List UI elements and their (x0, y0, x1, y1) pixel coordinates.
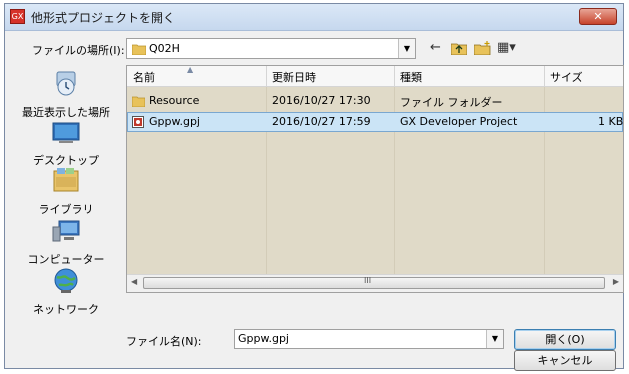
folder-icon (131, 95, 146, 110)
file-row[interactable]: Resource 2016/10/27 17:30 ファイル フォルダー (127, 91, 623, 111)
place-label: ネットワーク (33, 303, 99, 316)
filename-value[interactable]: Gppw.gpj (238, 332, 289, 345)
horizontal-scrollbar[interactable]: ◀ III ▶ (127, 274, 623, 292)
place-label: コンピューター (27, 253, 105, 266)
file-list[interactable]: 名前 ▲ 更新日時 種類 サイズ Resource 2016/10/27 17:… (126, 65, 624, 293)
place-desktop[interactable]: デスクトップ (12, 120, 120, 168)
file-date: 2016/10/27 17:59 (272, 115, 371, 128)
chevron-down-icon[interactable]: ▼ (398, 39, 415, 58)
gx-app-icon: GX (10, 9, 25, 24)
column-header-type[interactable]: 種類 (400, 69, 422, 85)
file-date: 2016/10/27 17:30 (272, 94, 371, 107)
up-folder-icon[interactable] (450, 38, 468, 58)
gx-project-file-icon (132, 116, 144, 131)
open-other-format-project-dialog: GX 他形式プロジェクトを開く ✕ ファイルの場所(I): Q02H ▼ ← ▦… (4, 3, 624, 371)
view-menu-icon[interactable]: ▦▾ (497, 38, 516, 58)
close-button[interactable]: ✕ (579, 8, 617, 25)
look-in-label: ファイルの場所(I): (32, 44, 125, 57)
place-network[interactable]: ネットワーク (12, 267, 120, 317)
file-name: Gppw.gpj (149, 115, 200, 128)
file-size: 1 KB (598, 115, 624, 128)
look-in-dropdown[interactable]: Q02H ▼ (126, 38, 416, 59)
place-label: 最近表示した場所 (22, 106, 110, 119)
place-computer[interactable]: コンピューター (12, 219, 120, 267)
file-type: ファイル フォルダー (400, 96, 503, 109)
chevron-down-icon[interactable]: ▼ (486, 330, 503, 348)
place-recent[interactable]: 最近表示した場所 (12, 70, 120, 120)
back-arrow-icon[interactable]: ← (430, 38, 441, 58)
scroll-right-icon[interactable]: ▶ (613, 277, 619, 286)
filename-label: ファイル名(N): (126, 335, 202, 348)
column-divider[interactable] (544, 66, 545, 86)
place-libraries[interactable]: ライブラリ (12, 167, 120, 217)
scroll-left-icon[interactable]: ◀ (131, 277, 137, 286)
look-in-value: Q02H (149, 42, 180, 55)
file-row-selected[interactable]: Gppw.gpj 2016/10/27 17:59 GX Developer P… (127, 112, 623, 132)
folder-icon (131, 43, 147, 58)
new-folder-icon[interactable] (473, 38, 492, 58)
file-type: GX Developer Project (400, 115, 518, 128)
sort-ascending-icon: ▲ (187, 65, 194, 74)
open-button[interactable]: 開く(O) (514, 329, 616, 350)
libraries-icon (12, 167, 120, 198)
filename-input[interactable]: Gppw.gpj ▼ (234, 329, 504, 349)
column-header-name[interactable]: 名前 (133, 69, 155, 85)
cancel-button[interactable]: キャンセル (514, 350, 616, 371)
column-header-size[interactable]: サイズ (550, 69, 583, 85)
scroll-thumb[interactable]: III (143, 276, 605, 289)
column-header-date[interactable]: 更新日時 (272, 69, 316, 85)
column-divider[interactable] (266, 66, 267, 86)
file-name: Resource (149, 94, 200, 107)
column-divider[interactable] (394, 66, 395, 86)
computer-icon (12, 219, 120, 248)
dialog-title: 他形式プロジェクトを開く (31, 11, 176, 25)
list-header: 名前 ▲ 更新日時 種類 サイズ (127, 66, 623, 87)
title-bar[interactable]: GX 他形式プロジェクトを開く ✕ (5, 4, 623, 31)
grip-icon: III (364, 276, 372, 285)
network-icon (12, 267, 120, 298)
desktop-icon (12, 120, 120, 149)
recent-places-icon (12, 70, 120, 101)
place-label: ライブラリ (38, 203, 94, 216)
place-label: デスクトップ (33, 154, 99, 167)
